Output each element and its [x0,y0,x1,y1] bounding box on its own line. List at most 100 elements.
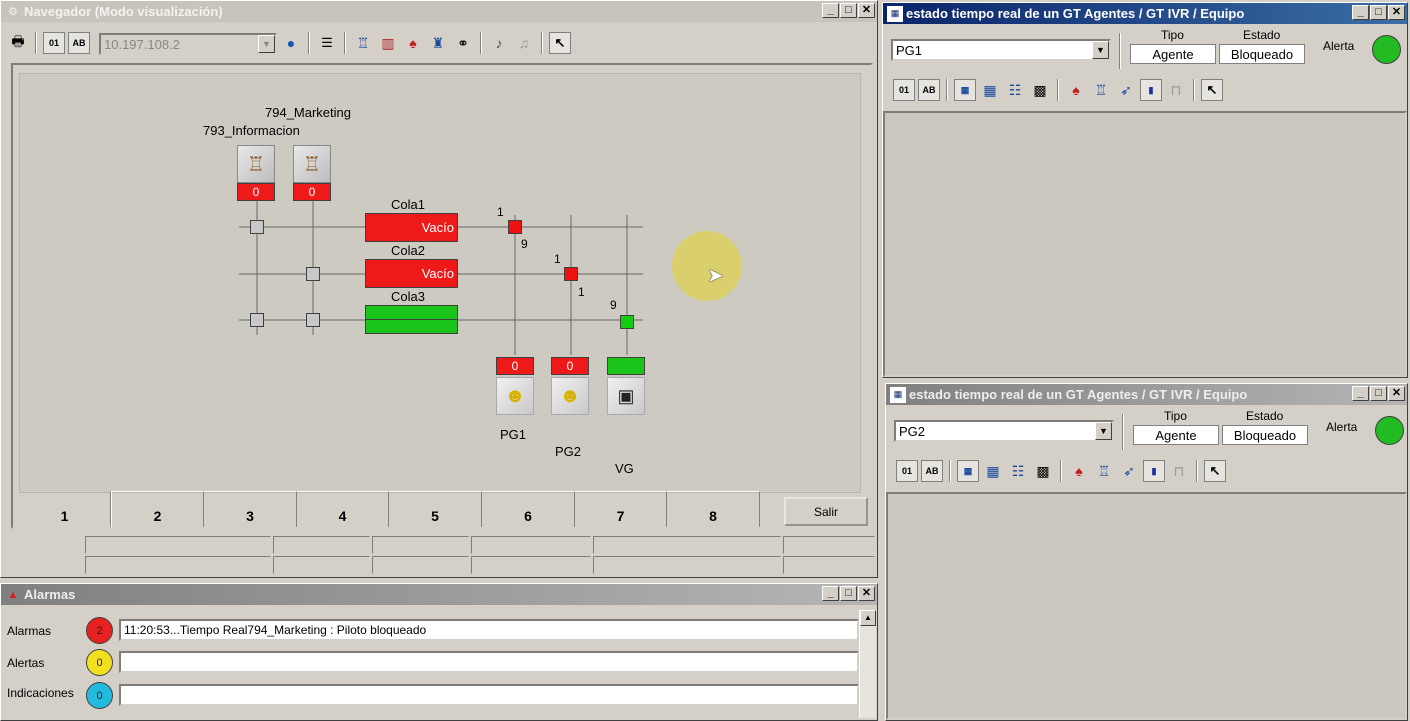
close-button[interactable]: ✕ [1388,5,1405,20]
status-bar [85,536,877,576]
binoculars-icon[interactable]: ⚭ [452,32,474,54]
tab-5[interactable]: 5 [389,491,482,527]
globe-icon[interactable]: ● [280,32,302,54]
minimize-button[interactable]: _ [822,586,839,601]
counter-01-icon[interactable]: 01 [896,460,918,482]
maximize-button[interactable]: □ [1370,5,1387,20]
alarms-message-field[interactable]: 11:20:53...Tiempo Real794_Marketing : Pi… [119,619,859,641]
equipment-selected-value: PG2 [899,423,926,439]
tab-8[interactable]: 8 [667,491,760,527]
maximize-button[interactable]: □ [840,586,857,601]
junction-node-red[interactable] [564,267,578,281]
tab-6[interactable]: 6 [482,491,575,527]
equipment-select[interactable]: PG1 ▼ [891,39,1111,61]
blue-panel-icon[interactable]: ▮ [1143,460,1165,482]
equipment-select[interactable]: PG2 ▼ [894,420,1114,442]
estado-label: Estado [1246,409,1284,423]
blue-panel-icon[interactable]: ▮ [1140,79,1162,101]
agent-icon[interactable]: ♠ [402,32,424,54]
pulse-icon[interactable]: ⊓ [1165,79,1187,101]
scroll-up-icon[interactable]: ▲ [860,610,876,626]
agent-icon[interactable]: ♠ [1065,79,1087,101]
network-icon[interactable]: ♜ [427,32,449,54]
alerts-count-badge: 0 [86,649,113,676]
pulse-icon[interactable]: ⊓ [1168,460,1190,482]
counter-01-icon[interactable]: 01 [43,32,65,54]
indications-message-field[interactable] [119,684,859,706]
table-icon[interactable]: ▩ [1029,79,1051,101]
tab-7[interactable]: 7 [575,491,667,527]
back-arrow-icon[interactable]: ↖ [1204,460,1226,482]
tab-2[interactable]: 2 [111,491,204,527]
grid-small-icon[interactable]: ▦ [954,79,976,101]
realtime-window-1-titlebar[interactable]: ▦ estado tiempo real de un GT Agentes / … [883,3,1407,24]
junction-3-top-number: 9 [610,298,617,312]
volume-icon[interactable]: ♪ [488,32,510,54]
alarm-bell-icon: ▲ [7,588,19,601]
tab-4[interactable]: 4 [297,491,389,527]
junction-node[interactable] [250,220,264,234]
hierarchy-icon[interactable]: ♖ [1090,79,1112,101]
sliders-icon[interactable]: ☰ [316,32,338,54]
tab-1[interactable]: 1 [19,491,111,527]
chevron-down-icon[interactable]: ▼ [1095,422,1112,440]
queue-bar-2[interactable]: Vacío [365,259,458,288]
queue-bar-1[interactable]: Vacío [365,213,458,242]
ip-combo[interactable]: 10.197.108.2 ▼ [99,33,277,55]
bar-chart-icon[interactable]: ▥ [377,32,399,54]
minimize-button[interactable]: _ [1352,5,1369,20]
chevron-down-icon[interactable]: ▼ [258,35,275,53]
queue-label-1: Cola1 [391,197,425,212]
grid-small-icon[interactable]: ▦ [957,460,979,482]
endpoint-pg1[interactable]: 0 ☻ [496,357,536,415]
maximize-button[interactable]: □ [1370,386,1387,401]
alerts-message-field[interactable] [119,651,859,673]
grid-dense-icon[interactable]: ▦ [979,79,1001,101]
minimize-button[interactable]: _ [822,3,839,18]
endpoint-count: 0 [551,357,589,375]
voice-gateway-icon: ▣ [617,385,635,406]
endpoint-pg2[interactable]: 0 ☻ [551,357,591,415]
alarms-title: Alarmas [24,587,76,602]
minimize-button[interactable]: _ [1352,386,1369,401]
navigator-title: Navegador (Modo visualización) [24,4,223,19]
grid-dense-icon[interactable]: ▦ [982,460,1004,482]
pointer-icon[interactable]: ➶ [1115,79,1137,101]
counter-ab-icon[interactable]: AB [921,460,943,482]
junction-node[interactable] [306,267,320,281]
junction-node-green[interactable] [620,315,634,329]
counter-01-icon[interactable]: 01 [893,79,915,101]
exit-button[interactable]: Salir [784,497,868,526]
list-icon[interactable]: ☷ [1007,460,1029,482]
tab-3[interactable]: 3 [204,491,297,527]
printer-icon[interactable]: 🖶 [7,32,29,54]
navigator-titlebar[interactable]: ⚙ Navegador (Modo visualización) _ □ ✕ [1,1,877,22]
table-icon[interactable]: ▩ [1032,460,1054,482]
list-icon[interactable]: ☷ [1004,79,1026,101]
junction-node[interactable] [306,313,320,327]
close-button[interactable]: ✕ [858,3,875,18]
navigator-toolbar-2: ● ☰ ♖ ▥ ♠ ♜ ⚭ ♪ ♫ ↖ [280,32,571,54]
junction-node[interactable] [250,313,264,327]
hierarchy-icon[interactable]: ♖ [352,32,374,54]
back-arrow-icon[interactable]: ↖ [549,32,571,54]
counter-ab-icon[interactable]: AB [918,79,940,101]
group-gauge-2[interactable]: ♖ 0 [293,145,333,203]
agent-icon[interactable]: ♠ [1068,460,1090,482]
close-button[interactable]: ✕ [1388,386,1405,401]
counter-ab-icon[interactable]: AB [68,32,90,54]
hierarchy-icon[interactable]: ♖ [1093,460,1115,482]
chevron-down-icon[interactable]: ▼ [1092,41,1109,59]
group-gauge-1[interactable]: ♖ 0 [237,145,277,203]
page-tabs: 1 2 3 4 5 6 7 8 [19,491,760,527]
pointer-icon[interactable]: ➶ [1118,460,1140,482]
close-button[interactable]: ✕ [858,586,875,601]
back-arrow-icon[interactable]: ↖ [1201,79,1223,101]
maximize-button[interactable]: □ [840,3,857,18]
alarms-titlebar[interactable]: ▲ Alarmas _ □ ✕ [1,584,877,605]
volume-mute-icon[interactable]: ♫ [513,32,535,54]
alarms-scrollbar[interactable]: ▲ [859,610,876,718]
junction-node-red[interactable] [508,220,522,234]
endpoint-vg[interactable]: ▣ [607,357,647,415]
realtime-window-2-titlebar[interactable]: ▦ estado tiempo real de un GT Agentes / … [886,384,1407,405]
